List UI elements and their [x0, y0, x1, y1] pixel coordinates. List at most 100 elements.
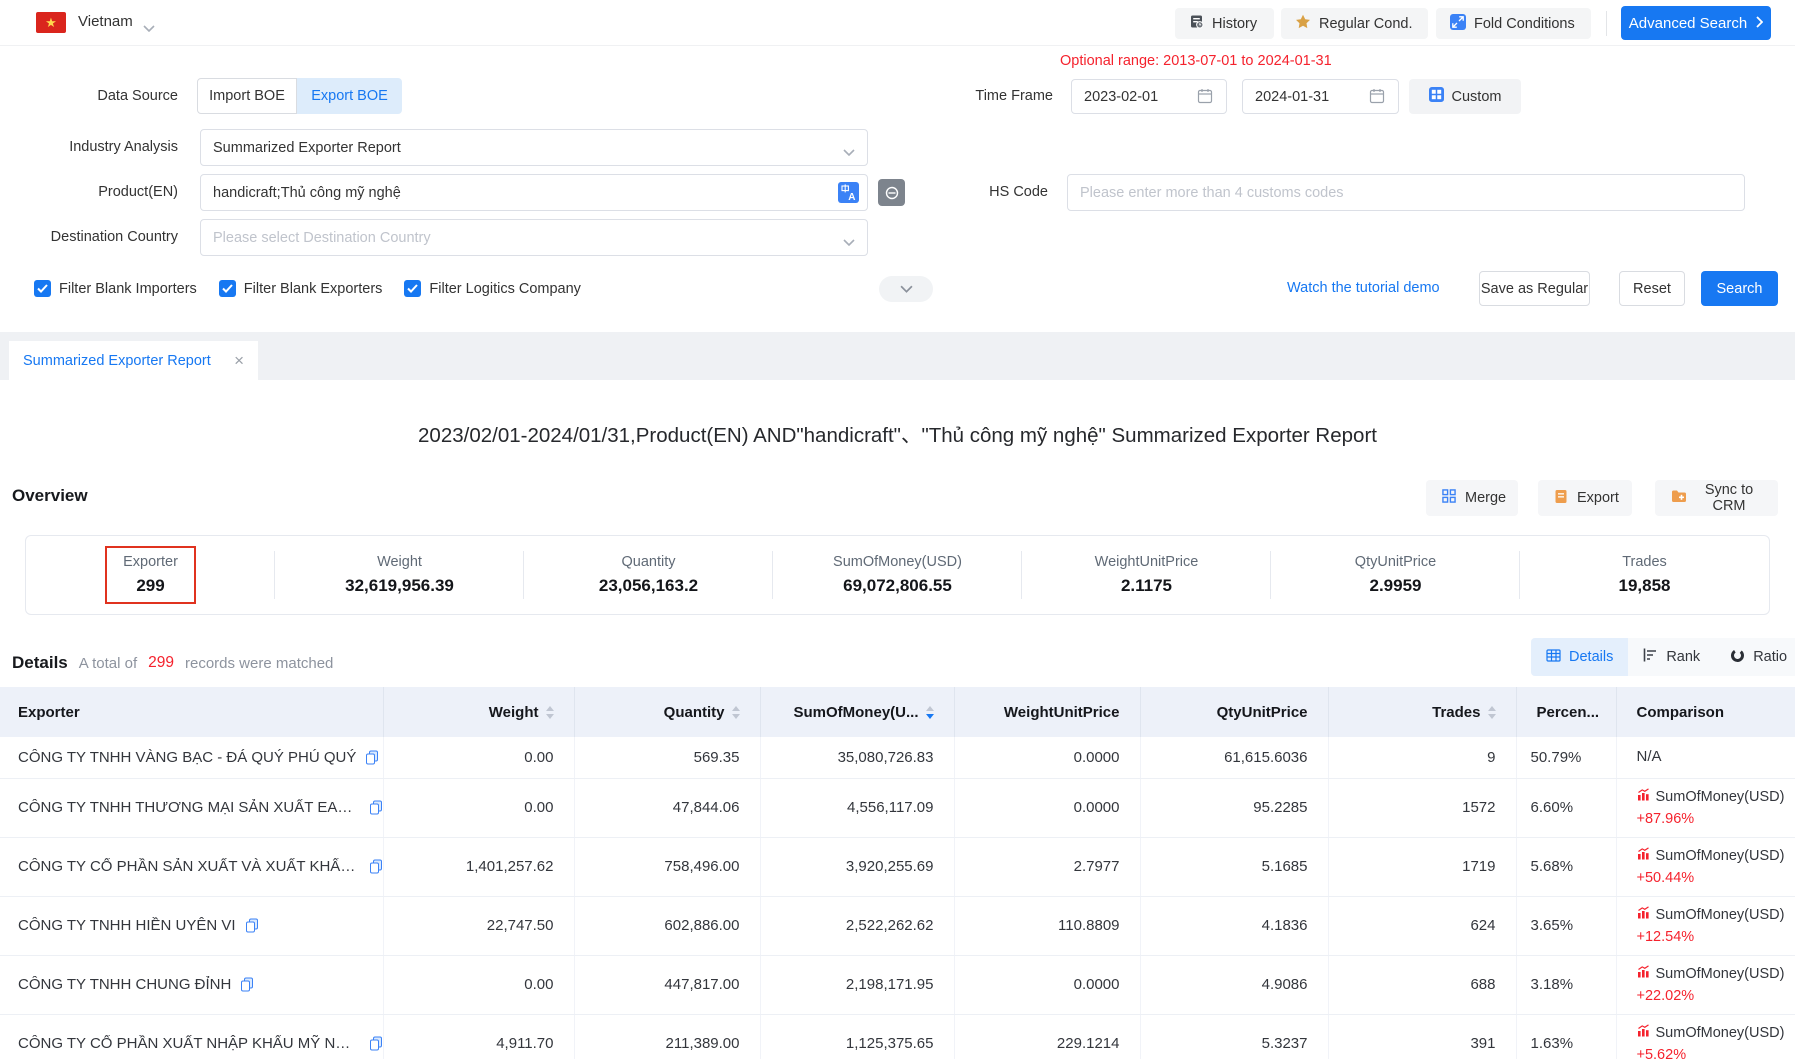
column-header: Comparison	[1616, 687, 1795, 737]
sum-of-money-cell: 2,522,262.62	[760, 896, 954, 955]
trades-cell: 1572	[1328, 778, 1516, 837]
stat-value: 299	[136, 576, 164, 596]
fold-conditions-button[interactable]: Fold Conditions	[1436, 8, 1591, 39]
column-header[interactable]: SumOfMoney(U...	[760, 687, 954, 737]
total-suffix: records were matched	[185, 655, 333, 672]
filter-checkbox-row: Filter Blank Importers Filter Blank Expo…	[34, 280, 581, 297]
weight-unit-price-cell: 110.8809	[954, 896, 1140, 955]
reset-button[interactable]: Reset	[1619, 271, 1685, 306]
merge-icon	[1442, 489, 1456, 507]
history-button[interactable]: History	[1175, 8, 1274, 39]
weight-cell: 4,911.70	[383, 1014, 574, 1059]
country-selector-label[interactable]: Vietnam	[78, 13, 133, 30]
weight-unit-price-cell: 0.0000	[954, 955, 1140, 1014]
copy-icon[interactable]	[240, 977, 254, 992]
fold-conditions-icon	[1450, 14, 1466, 34]
custom-range-button[interactable]: Custom	[1409, 79, 1521, 114]
quantity-cell: 47,844.06	[574, 778, 760, 837]
table-row[interactable]: CÔNG TY CỔ PHẦN XUẤT NHẬP KHẨU MỸ NGH...…	[0, 1014, 1795, 1059]
column-header[interactable]: Weight	[383, 687, 574, 737]
industry-analysis-select[interactable]	[200, 129, 868, 166]
view-rank-button[interactable]: Rank	[1628, 638, 1715, 676]
table-row[interactable]: CÔNG TY TNHH VÀNG BẠC - ĐÁ QUÝ PHÚ QUÝ0.…	[0, 737, 1795, 778]
advanced-search-label: Advanced Search	[1629, 15, 1747, 32]
table-row[interactable]: CÔNG TY TNHH HIỀN UYÊN VI 22,747.50602,88…	[0, 896, 1795, 955]
exporter-name: CÔNG TY TNHH VÀNG BẠC - ĐÁ QUÝ PHÚ QUÝ	[18, 749, 356, 766]
view-details-label: Details	[1569, 649, 1613, 665]
product-en-input[interactable]	[200, 174, 868, 211]
sum-of-money-cell: 35,080,726.83	[760, 737, 954, 778]
calendar-icon[interactable]	[1197, 88, 1213, 108]
copy-icon[interactable]	[245, 918, 259, 933]
quantity-cell: 758,496.00	[574, 837, 760, 896]
view-switcher: Details Rank Ratio	[1531, 638, 1795, 676]
weight-unit-price-cell: 229.1214	[954, 1014, 1140, 1059]
stat-label: SumOfMoney(USD)	[833, 554, 962, 570]
copy-icon[interactable]	[369, 859, 383, 874]
search-button[interactable]: Search	[1701, 271, 1778, 306]
percent-cell: 1.63%	[1516, 1014, 1616, 1059]
destination-country-select[interactable]	[200, 219, 868, 256]
view-details-button[interactable]: Details	[1531, 638, 1628, 676]
quantity-cell: 211,389.00	[574, 1014, 760, 1059]
table-row[interactable]: CÔNG TY TNHH CHUNG ĐỈNH0.00447,817.002,1…	[0, 955, 1795, 1014]
industry-analysis-label: Industry Analysis	[0, 129, 178, 166]
optional-range-hint: Optional range: 2013-07-01 to 2024-01-31	[1060, 53, 1332, 69]
filter-checkbox[interactable]: Filter Logitics Company	[404, 280, 581, 297]
chevron-right-icon	[1756, 15, 1763, 32]
topbar: ★ Vietnam History Regular Cond. Fold Con…	[0, 0, 1795, 46]
copy-icon[interactable]	[369, 1036, 383, 1051]
history-icon	[1189, 14, 1204, 33]
percent-cell: 6.60%	[1516, 778, 1616, 837]
data-source-import-boe[interactable]: Import BOE	[197, 78, 297, 114]
tutorial-link[interactable]: Watch the tutorial demo	[1287, 271, 1440, 306]
chevron-down-icon[interactable]	[143, 20, 155, 36]
svg-text:A: A	[848, 192, 855, 203]
advanced-search-button[interactable]: Advanced Search	[1621, 6, 1771, 40]
sync-to-crm-button[interactable]: Sync to CRM	[1655, 480, 1778, 516]
weight-cell: 22,747.50	[383, 896, 574, 955]
comparison-cell: SumOfMoney(USD)+50.44%	[1616, 837, 1795, 896]
exporter-name: CÔNG TY TNHH HIỀN UYÊN VI	[18, 917, 236, 934]
sum-of-money-cell: 3,920,255.69	[760, 837, 954, 896]
checkbox-check-icon[interactable]	[404, 280, 421, 297]
tab-summarized-exporter-report[interactable]: Summarized Exporter Report ×	[9, 341, 258, 380]
sort-icon[interactable]	[926, 706, 934, 719]
comparison-cell: N/A	[1616, 737, 1795, 778]
data-source-export-boe[interactable]: Export BOE	[297, 78, 402, 114]
table-row[interactable]: CÔNG TY TNHH THƯƠNG MẠI SẢN XUẤT EAG...0…	[0, 778, 1795, 837]
copy-icon[interactable]	[365, 750, 379, 765]
sort-icon[interactable]	[546, 706, 554, 719]
checkbox-check-icon[interactable]	[219, 280, 236, 297]
weight-cell: 1,401,257.62	[383, 837, 574, 896]
view-ratio-button[interactable]: Ratio	[1715, 638, 1795, 676]
filter-checkbox[interactable]: Filter Blank Importers	[34, 280, 197, 297]
merge-button[interactable]: Merge	[1426, 480, 1518, 516]
calendar-icon[interactable]	[1369, 88, 1385, 108]
filter-checkbox[interactable]: Filter Blank Exporters	[219, 280, 383, 297]
save-as-regular-button[interactable]: Save as Regular	[1479, 271, 1590, 306]
export-button[interactable]: Export	[1538, 480, 1632, 516]
view-ratio-label: Ratio	[1753, 649, 1787, 665]
close-icon[interactable]: ×	[234, 352, 244, 369]
regular-cond-button[interactable]: Regular Cond.	[1281, 8, 1428, 39]
stat-label: Quantity	[621, 554, 675, 570]
hs-code-input[interactable]	[1067, 174, 1745, 211]
column-header[interactable]: Trades	[1328, 687, 1516, 737]
sort-icon[interactable]	[1488, 706, 1496, 719]
sum-of-money-cell: 2,198,171.95	[760, 955, 954, 1014]
column-header: WeightUnitPrice	[954, 687, 1140, 737]
stat-label: QtyUnitPrice	[1355, 554, 1436, 570]
collapse-filters-button[interactable]	[879, 276, 933, 302]
copy-icon[interactable]	[369, 800, 383, 815]
sort-icon[interactable]	[732, 706, 740, 719]
translate-icon[interactable]: A	[838, 182, 859, 207]
checkbox-check-icon[interactable]	[34, 280, 51, 297]
table-row[interactable]: CÔNG TY CỔ PHẦN SẢN XUẤT VÀ XUẤT KHẨU ..…	[0, 837, 1795, 896]
table-header-row: ExporterWeightQuantitySumOfMoney(U...Wei…	[0, 687, 1795, 737]
stat-value: 2.9959	[1369, 576, 1421, 596]
column-header[interactable]: Quantity	[574, 687, 760, 737]
destination-country-label: Destination Country	[0, 219, 178, 256]
quantity-cell: 602,886.00	[574, 896, 760, 955]
exporter-name: CÔNG TY CỔ PHẦN SẢN XUẤT VÀ XUẤT KHẨU ..…	[18, 858, 360, 875]
